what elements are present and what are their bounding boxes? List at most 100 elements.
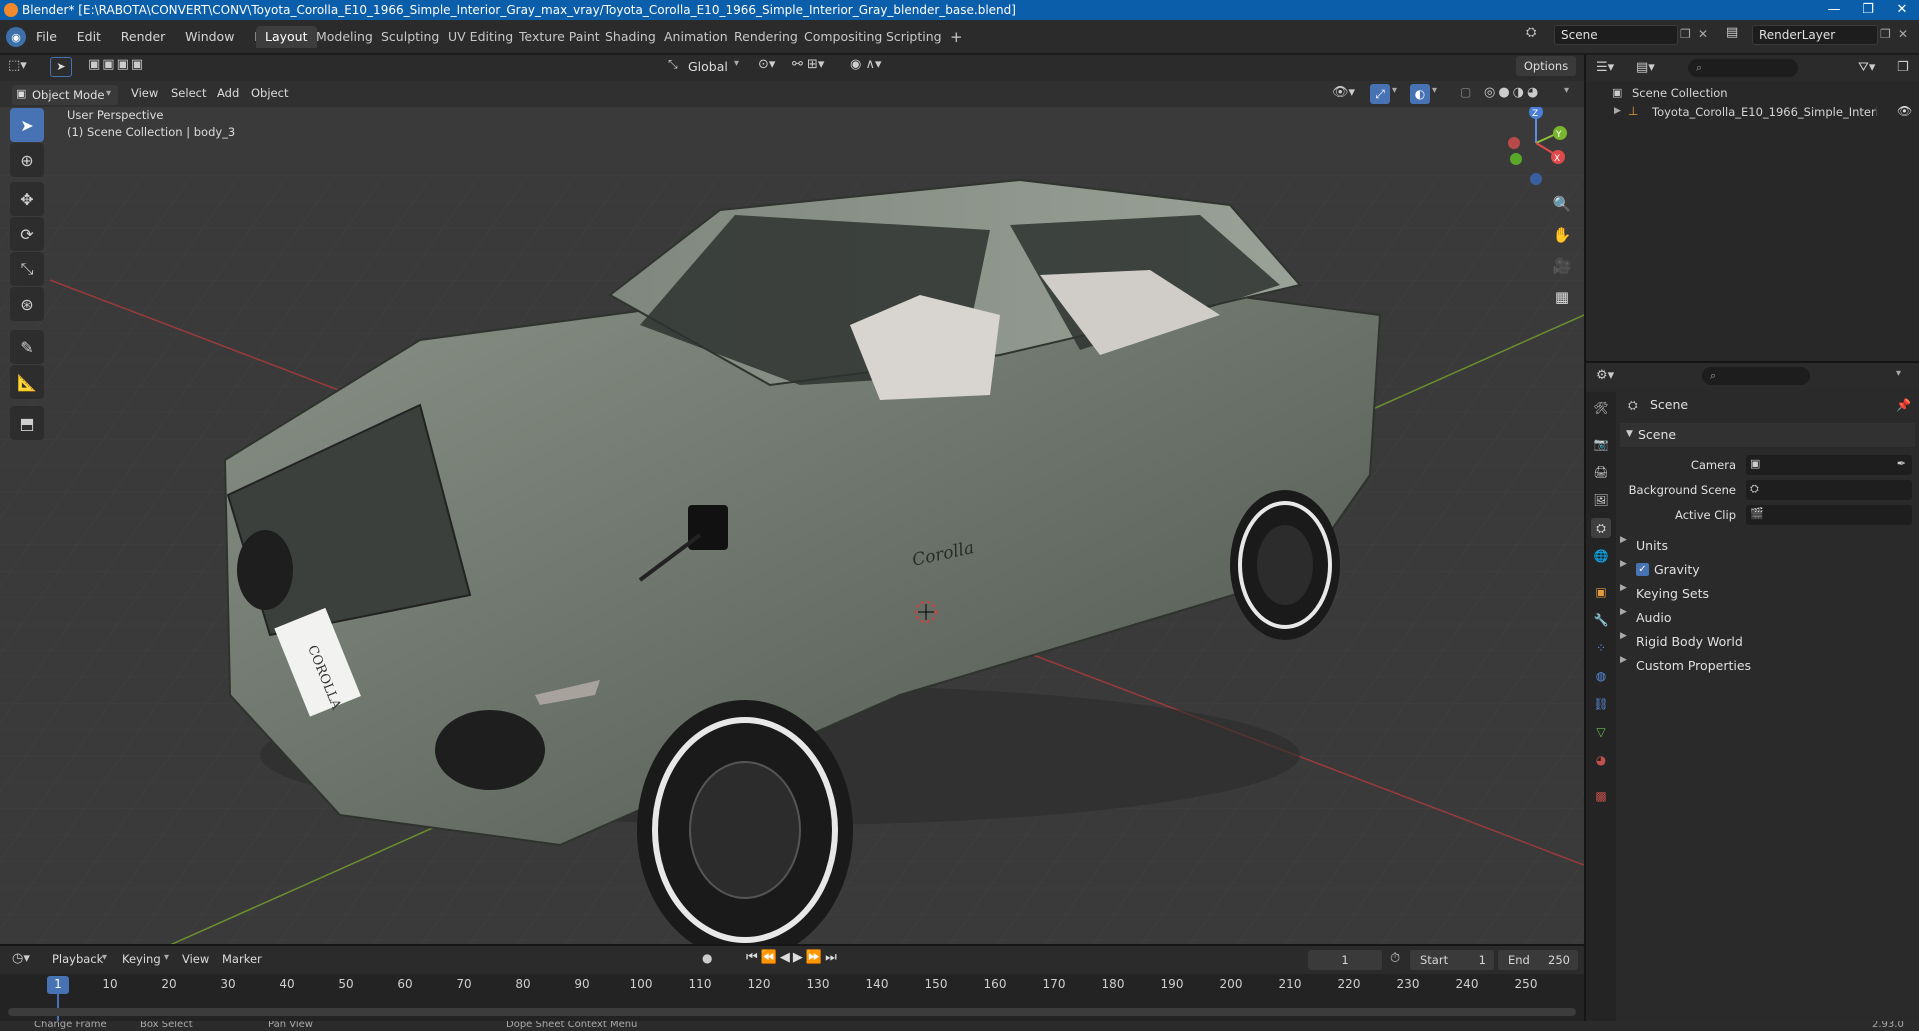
timeline-scrollbar[interactable] [8,1008,1576,1016]
menu-file[interactable]: File [28,20,65,54]
scale-tool[interactable]: ⤡ [10,252,44,286]
background-scene-field[interactable]: ⛭ [1746,480,1912,500]
timeline-menu-keying[interactable]: Keying [122,952,161,966]
transform-orientation-dropdown[interactable]: Global [688,59,728,74]
pivot-icon[interactable]: ⊙▾ [758,57,775,72]
transform-tool[interactable]: ⊛ [10,287,44,321]
add-cube-tool[interactable]: ⬒ [10,406,44,440]
pin-icon[interactable]: 📌 [1896,398,1911,412]
scene-name-field[interactable]: Scene [1554,25,1678,45]
tab-sculpting[interactable]: Sculpting [372,26,448,48]
properties-search-input[interactable]: ⌕ [1702,367,1810,385]
outliner-item-toyota[interactable]: Toyota_Corolla_E10_1966_Simple_Interior_… [1652,105,1877,119]
properties-editor-icon[interactable]: ⚙▾ [1596,368,1614,383]
blender-menu-icon[interactable]: ◉ [6,27,26,47]
end-frame-field[interactable]: End 250 [1498,950,1578,970]
stopwatch-icon[interactable]: ⏱ [1390,951,1400,966]
xray-icon[interactable]: ▢ [1460,85,1471,99]
zoom-icon[interactable]: 🔍 [1548,190,1576,218]
new-collection-icon[interactable]: ❐ [1897,60,1909,75]
select-box-tool[interactable]: ➤ [10,108,44,142]
particles-tab-icon[interactable]: ⁘ [1591,638,1611,658]
timeline-menu-playback[interactable]: Playback [52,952,103,966]
viewport-menu-select[interactable]: Select [171,86,206,100]
renderlayer-name-field[interactable]: RenderLayer [1752,25,1878,45]
data-tab-icon[interactable]: ▽ [1591,722,1611,742]
menu-window[interactable]: Window [177,20,242,54]
audio-panel[interactable]: Audio [1636,606,1672,630]
menu-edit[interactable]: Edit [69,20,109,54]
chevron-down-icon[interactable]: ▾ [1896,368,1901,379]
object-mode-dropdown[interactable]: ▣ Object Mode ▾ [12,85,118,105]
renderlayer-copy-icon[interactable]: ❐ [1880,27,1891,41]
outliner-scene-collection[interactable]: Scene Collection [1632,86,1728,100]
add-workspace-button[interactable]: + [941,26,972,48]
custom-properties-panel[interactable]: Custom Properties [1636,654,1751,678]
rigid-body-world-panel[interactable]: Rigid Body World [1636,630,1743,654]
scene-tab-icon[interactable]: ⛭ [1591,518,1611,538]
gizmo-toggle-icon[interactable]: ⤢ [1370,84,1390,104]
close-button[interactable]: ✕ [1885,0,1919,20]
cursor-tool[interactable]: ⊕ [10,143,44,177]
active-clip-field[interactable]: 🎬 [1746,505,1912,525]
3d-viewport[interactable]: COROLLA Corolla Z Y X [0,55,1584,945]
hand-pan-icon[interactable]: ✋ [1548,221,1576,249]
scene-browse-icon[interactable]: ⛭ [1526,25,1552,45]
annotate-tool[interactable]: ✎ [10,330,44,364]
scene-delete-icon[interactable]: ✕ [1698,27,1708,41]
outliner-search-input[interactable]: ⌕ [1688,59,1798,77]
tool-tab-icon[interactable]: 🛠 [1591,398,1611,418]
eyedropper-icon[interactable]: ✒ [1897,457,1906,470]
current-frame-field[interactable]: 1 [1308,950,1382,970]
output-tab-icon[interactable]: 🖨 [1591,462,1611,482]
render-tab-icon[interactable]: 📷 [1591,434,1611,454]
select-tool-icon[interactable]: ➤ [50,57,72,77]
start-frame-field[interactable]: Start 1 [1410,950,1494,970]
viewport-menu-object[interactable]: Object [251,86,288,100]
gravity-panel[interactable]: Gravity [1654,558,1700,582]
timeline-editor-icon[interactable]: ◷▾ [12,951,30,966]
snap-icon[interactable]: ⚯ ⊞▾ [792,57,824,72]
record-icon[interactable]: ● [702,951,712,965]
overlay-toggle-icon[interactable]: ◐ [1410,84,1430,104]
minimize-button[interactable]: — [1817,0,1851,20]
filter-icon[interactable]: ⛛▾ [1858,60,1875,75]
tab-texture-paint[interactable]: Texture Paint [510,26,609,48]
camera-field[interactable]: ▣ ✒ [1746,455,1912,475]
texture-tab-icon[interactable]: ▩ [1591,786,1611,806]
timeline-menu-marker[interactable]: Marker [222,952,262,966]
physics-tab-icon[interactable]: ◍ [1591,666,1611,686]
gravity-checkbox[interactable]: ✓ [1636,563,1649,576]
grid-perspective-icon[interactable]: ▦ [1548,283,1576,311]
view-layer-tab-icon[interactable]: 🖼 [1591,490,1611,510]
world-tab-icon[interactable]: 🌐 [1591,546,1611,566]
editor-type-icon[interactable]: ⬚▾ [8,58,27,73]
orientation-icon[interactable]: ⤡ [668,57,678,72]
eye-icon[interactable]: 👁 [1897,104,1912,118]
outliner-editor-icon[interactable]: ☰▾ [1596,60,1614,75]
viewport-menu-view[interactable]: View [131,86,158,100]
expand-arrow-icon[interactable]: ▶ [1614,106,1621,116]
visibility-icon[interactable]: 👁▾ [1332,85,1355,100]
rotate-tool[interactable]: ⟳ [10,217,44,251]
constraints-tab-icon[interactable]: ⛓ [1591,694,1611,714]
units-panel[interactable]: Units [1636,534,1668,558]
timeline-menu-view[interactable]: View [182,952,209,966]
camera-view-icon[interactable]: 🎥 [1548,252,1576,280]
display-mode-icon[interactable]: ▤▾ [1636,60,1655,75]
keying-sets-panel[interactable]: Keying Sets [1636,582,1709,606]
shading-mode-icons[interactable]: ◎●◑◕ [1484,85,1541,100]
options-dropdown[interactable]: Options [1516,56,1576,76]
object-tab-icon[interactable]: ▣ [1591,582,1611,602]
move-tool[interactable]: ✥ [10,182,44,216]
proportional-edit-icon[interactable]: ◉ ∧▾ [850,57,882,72]
tab-scripting[interactable]: Scripting [877,26,951,48]
selection-mode-icons[interactable]: ▣▣▣▣ [88,57,145,72]
playback-controls[interactable]: ⏮⏪◀▶⏩⏭ [746,950,840,965]
viewport-menu-add[interactable]: Add [217,86,239,100]
renderlayer-delete-icon[interactable]: ✕ [1898,27,1908,41]
modifier-tab-icon[interactable]: 🔧 [1591,610,1611,630]
scene-copy-icon[interactable]: ❐ [1680,27,1691,41]
material-tab-icon[interactable]: ◕ [1591,750,1611,770]
menu-render[interactable]: Render [113,20,174,54]
